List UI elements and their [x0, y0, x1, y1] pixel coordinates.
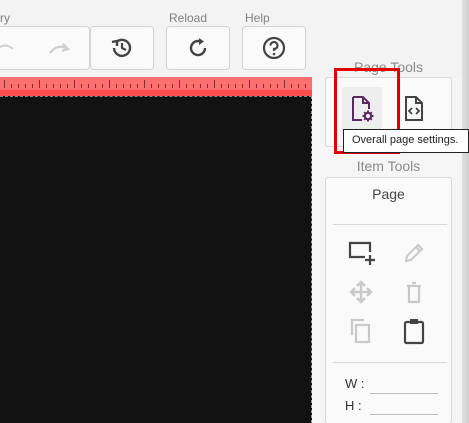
- ruler-tick: [18, 84, 19, 88]
- ruler-tick: [291, 84, 292, 88]
- page-canvas[interactable]: [0, 96, 312, 423]
- ruler-tick: [256, 84, 257, 88]
- width-input[interactable]: [370, 393, 438, 394]
- move-item-button[interactable]: [343, 276, 379, 312]
- reload-button[interactable]: [166, 26, 230, 70]
- copy-item-button[interactable]: [343, 315, 379, 351]
- ruler-tick: [221, 84, 222, 88]
- ruler-tick: [263, 84, 264, 88]
- ruler-tick: [305, 84, 306, 88]
- ruler-tick: [186, 84, 187, 88]
- ruler-tick: [200, 84, 201, 88]
- ruler-tick: [193, 84, 194, 88]
- history-icon: [109, 35, 135, 61]
- ruler-tick: [46, 84, 47, 88]
- ruler-tick: [67, 84, 68, 88]
- move-icon: [348, 279, 374, 310]
- undo-redo-group: [0, 26, 90, 70]
- page-settings-tooltip: Overall page settings.: [343, 129, 469, 153]
- width-label: W :: [345, 376, 365, 391]
- help-group-label: Help: [245, 11, 270, 25]
- reload-group-label: Reload: [169, 11, 208, 25]
- ruler-tick: [151, 84, 152, 88]
- ruler-tick: [32, 84, 33, 88]
- ruler-tick: [60, 84, 61, 88]
- ruler-tick: [53, 84, 54, 88]
- reload-icon: [185, 35, 211, 61]
- paste-item-button[interactable]: [396, 315, 432, 351]
- item-tools-title: Item Tools: [356, 158, 421, 174]
- add-item-button[interactable]: [343, 237, 379, 273]
- help-icon: [261, 35, 287, 61]
- ruler-tick: [4, 80, 5, 88]
- right-panel-edge: [462, 0, 469, 423]
- trash-icon: [404, 280, 424, 309]
- ruler-tick: [39, 80, 40, 88]
- height-label: H :: [345, 398, 362, 413]
- height-input[interactable]: [370, 414, 438, 415]
- ruler-tick: [235, 84, 236, 88]
- ruler-tick: [137, 84, 138, 88]
- pencil-icon: [402, 241, 426, 270]
- ruler-tick: [144, 80, 145, 88]
- ruler-tick: [242, 84, 243, 88]
- ruler-tick: [95, 84, 96, 88]
- ruler-tick: [116, 84, 117, 88]
- dimensions-divider: [333, 362, 447, 363]
- ruler-tick: [11, 84, 12, 88]
- history-group-label: ry: [0, 11, 10, 25]
- ruler-tick: [102, 84, 103, 88]
- ruler-tick: [172, 84, 173, 88]
- horizontal-ruler[interactable]: [0, 77, 312, 90]
- ruler-tick: [109, 80, 110, 88]
- ruler-tick: [270, 84, 271, 88]
- ruler-tick: [74, 80, 75, 88]
- ruler-tick: [214, 80, 215, 88]
- add-box-icon: [346, 240, 376, 271]
- undo-icon[interactable]: [0, 39, 15, 59]
- ruler-tick: [277, 84, 278, 88]
- ruler-tick: [298, 84, 299, 88]
- ruler-tick: [25, 84, 26, 88]
- edit-item-button[interactable]: [396, 237, 432, 273]
- ruler-tick: [130, 84, 131, 88]
- ruler-tick: [81, 84, 82, 88]
- history-button[interactable]: [90, 26, 154, 70]
- page-source-button[interactable]: [394, 87, 434, 135]
- help-button[interactable]: [242, 26, 306, 70]
- ruler-tick: [249, 80, 250, 88]
- item-tools-divider: [333, 224, 447, 225]
- code-file-icon: [401, 94, 427, 129]
- ruler-tick: [165, 84, 166, 88]
- copy-icon: [348, 317, 374, 350]
- selected-item-label: Page: [372, 186, 405, 202]
- redo-icon[interactable]: [47, 39, 73, 59]
- ruler-tick: [179, 80, 180, 88]
- ruler-tick: [88, 84, 89, 88]
- ruler-tick: [158, 84, 159, 88]
- ruler-tick: [123, 84, 124, 88]
- ruler-tick: [228, 84, 229, 88]
- clipboard-icon: [402, 317, 426, 350]
- ruler-tick: [284, 80, 285, 88]
- delete-item-button[interactable]: [396, 276, 432, 312]
- ruler-tick: [207, 84, 208, 88]
